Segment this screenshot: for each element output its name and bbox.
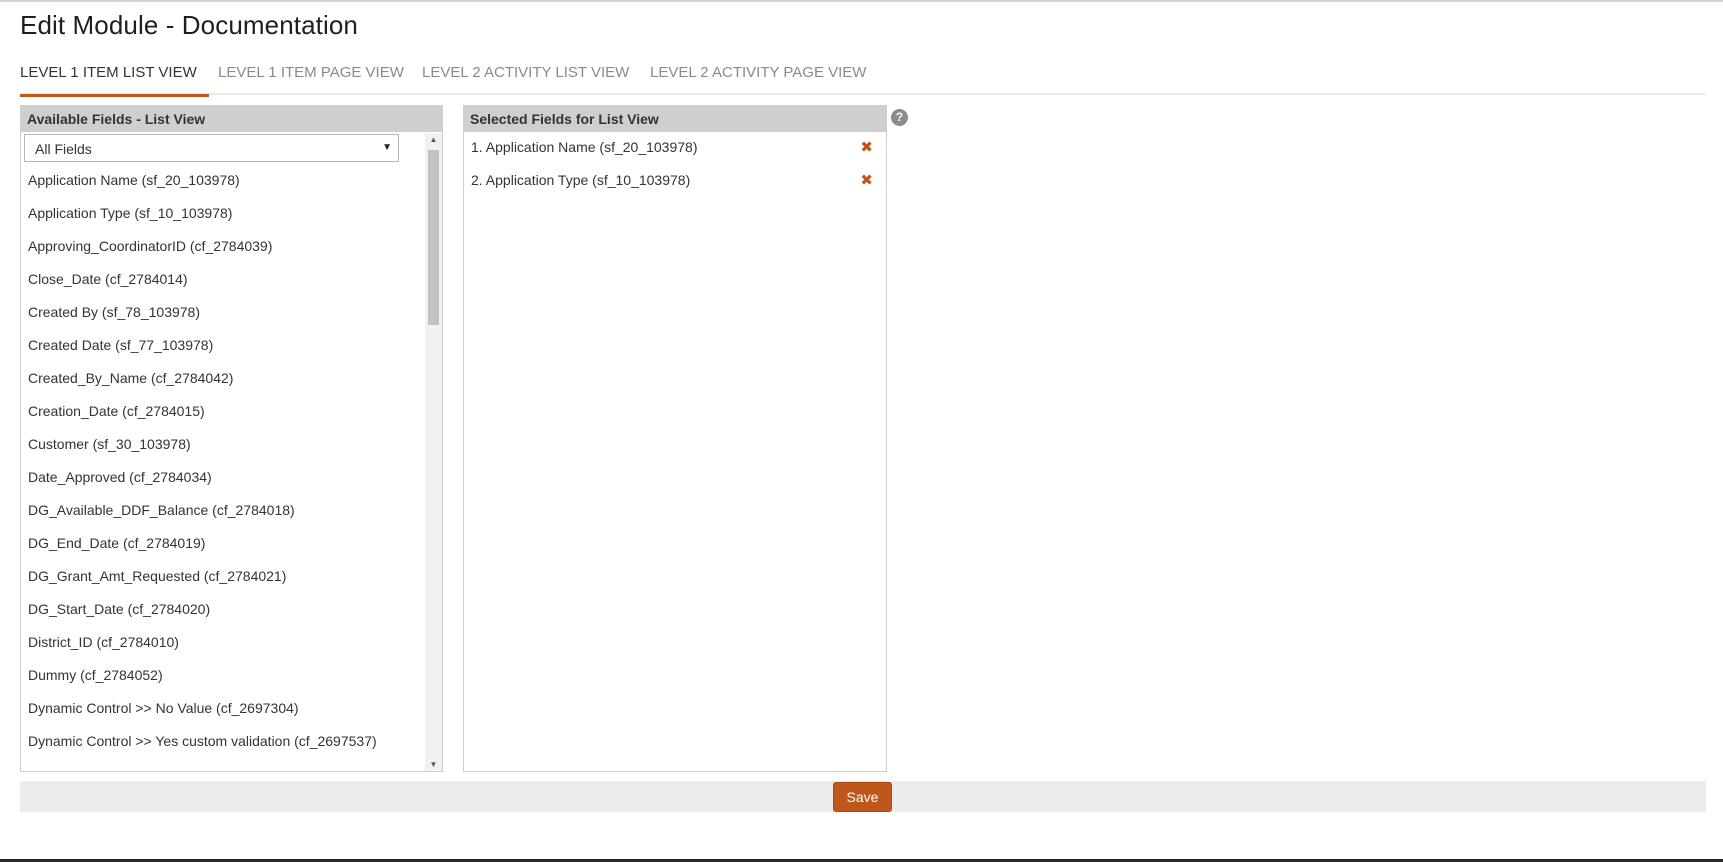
scroll-down-arrow-icon[interactable]: ▼ xyxy=(425,760,442,769)
available-field-item[interactable]: Creation_Date (cf_2784015) xyxy=(21,397,425,430)
tab-level-2-activity-page-view[interactable]: LEVEL 2 ACTIVITY PAGE VIEW xyxy=(650,64,866,95)
available-field-list: Application Name (sf_20_103978) Applicat… xyxy=(21,166,425,771)
caret-down-icon: ▼ xyxy=(382,142,392,153)
available-field-item[interactable]: Close_Date (cf_2784014) xyxy=(21,265,425,298)
selected-fields-panel: Selected Fields for List View 1. Applica… xyxy=(463,105,887,772)
selected-field-item[interactable]: 2. Application Type (sf_10_103978) ✖ xyxy=(464,166,886,199)
selected-field-label: 1. Application Name (sf_20_103978) xyxy=(471,139,698,155)
available-field-item[interactable]: Approving_CoordinatorID (cf_2784039) xyxy=(21,232,425,265)
available-field-item[interactable]: DG_Available_DDF_Balance (cf_2784018) xyxy=(21,496,425,529)
available-field-item[interactable]: Created Date (sf_77_103978) xyxy=(21,331,425,364)
footer-action-bar: Save xyxy=(20,781,1706,812)
selected-field-list: 1. Application Name (sf_20_103978) ✖ 2. … xyxy=(464,133,886,199)
available-list-scrollbar[interactable]: ▲ ▼ xyxy=(425,133,442,771)
available-field-item[interactable]: Created By (sf_78_103978) xyxy=(21,298,425,331)
tab-level-1-item-list-view[interactable]: LEVEL 1 ITEM LIST VIEW xyxy=(20,64,209,97)
available-field-item[interactable]: Dynamic Control >> Yes custom validation… xyxy=(21,727,425,760)
available-field-item[interactable]: Date_Approved (cf_2784034) xyxy=(21,463,425,496)
available-field-item[interactable]: Customer (sf_30_103978) xyxy=(21,430,425,463)
selected-field-item[interactable]: 1. Application Name (sf_20_103978) ✖ xyxy=(464,133,886,166)
available-field-item[interactable]: Dynamic Control >> No Value (cf_2697304) xyxy=(21,694,425,727)
question-circle-icon[interactable]: ? xyxy=(891,109,908,126)
available-field-item[interactable]: DG_End_Date (cf_2784019) xyxy=(21,529,425,562)
close-x-icon[interactable]: ✖ xyxy=(860,138,873,156)
field-filter-select[interactable]: All Fields ▼ xyxy=(24,134,399,162)
available-field-item[interactable]: Application Type (sf_10_103978) xyxy=(21,199,425,232)
available-field-item[interactable]: Dummy (cf_2784052) xyxy=(21,661,425,694)
available-fields-panel: Available Fields - List View All Fields … xyxy=(20,105,443,772)
field-filter-value: All Fields xyxy=(35,141,92,157)
selected-fields-header: Selected Fields for List View xyxy=(464,106,886,132)
available-field-item[interactable]: DG_Start_Date (cf_2784020) xyxy=(21,595,425,628)
tab-level-2-activity-list-view[interactable]: LEVEL 2 ACTIVITY LIST VIEW xyxy=(422,64,629,95)
available-field-item[interactable]: District_ID (cf_2784010) xyxy=(21,628,425,661)
selected-field-label: 2. Application Type (sf_10_103978) xyxy=(471,172,691,188)
save-button[interactable]: Save xyxy=(833,782,892,812)
available-field-item[interactable]: Created_By_Name (cf_2784042) xyxy=(21,364,425,397)
close-x-icon[interactable]: ✖ xyxy=(860,171,873,189)
tab-bar: LEVEL 1 ITEM LIST VIEW LEVEL 1 ITEM PAGE… xyxy=(20,56,1706,97)
available-field-item[interactable]: DG_Grant_Amt_Requested (cf_2784021) xyxy=(21,562,425,595)
page-title: Edit Module - Documentation xyxy=(20,10,358,40)
tab-level-1-item-page-view[interactable]: LEVEL 1 ITEM PAGE VIEW xyxy=(218,64,404,95)
available-fields-header: Available Fields - List View xyxy=(21,106,442,132)
available-field-item[interactable]: Application Name (sf_20_103978) xyxy=(21,166,425,199)
scrollbar-thumb[interactable] xyxy=(428,150,439,325)
top-edge xyxy=(0,0,1723,2)
scroll-up-arrow-icon[interactable]: ▲ xyxy=(425,135,442,144)
